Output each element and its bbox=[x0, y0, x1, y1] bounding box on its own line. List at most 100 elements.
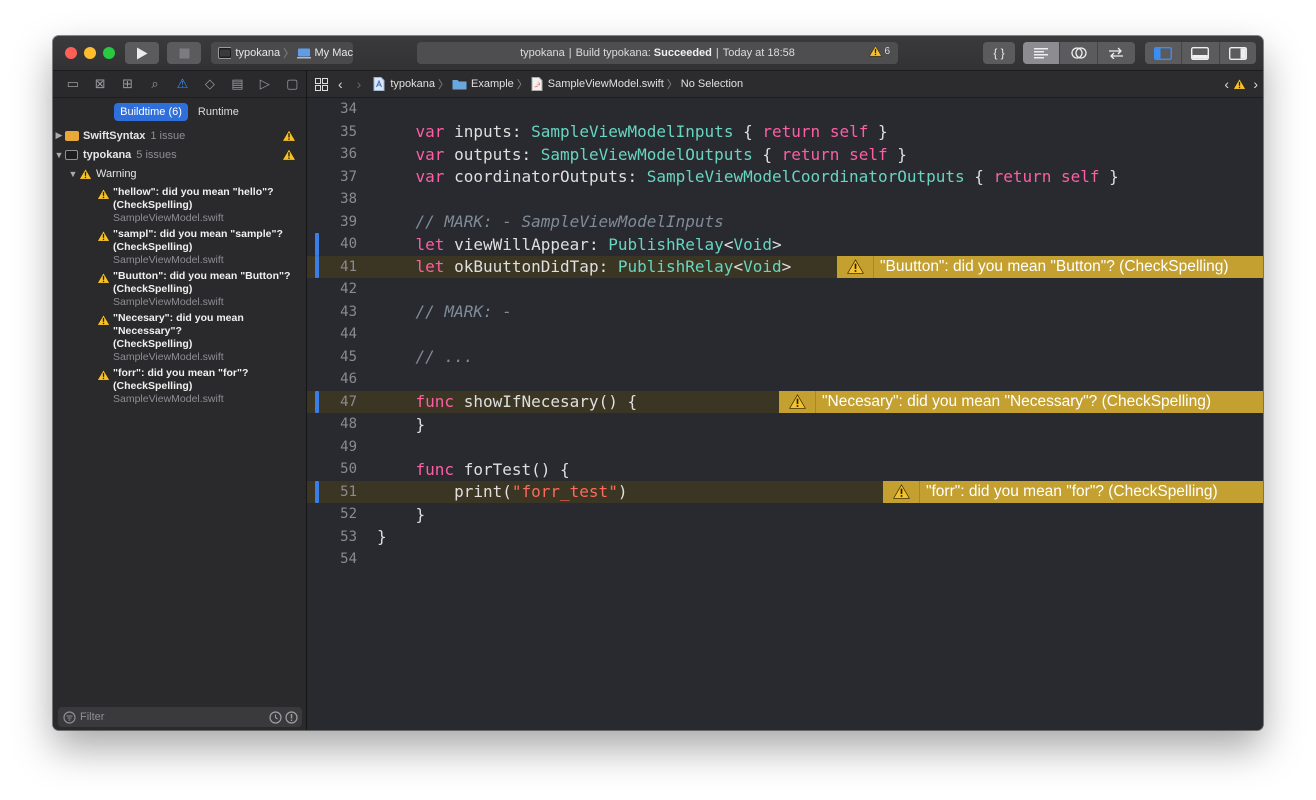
align-left-icon bbox=[1034, 48, 1049, 59]
code-text: var outputs: SampleViewModelOutputs { re… bbox=[377, 145, 907, 164]
line-number: 38 bbox=[340, 191, 357, 208]
line-number: 43 bbox=[340, 303, 357, 320]
type-name: PublishRelay bbox=[617, 257, 734, 277]
stop-button[interactable] bbox=[167, 42, 201, 64]
code-line: 44 bbox=[307, 323, 1263, 346]
code-line: 39 // MARK: - SampleViewModelInputs bbox=[307, 211, 1263, 234]
toggle-debug-area-button[interactable] bbox=[1182, 42, 1220, 64]
editor-mode-segment bbox=[1023, 42, 1135, 64]
warning-banner[interactable]: "forr": did you mean "for"? (CheckSpelli… bbox=[883, 480, 1263, 503]
back-chevron-icon[interactable]: ‹ bbox=[338, 76, 343, 92]
xcode-window: typokana 〉 My Mac typokana | Build typok… bbox=[53, 36, 1263, 730]
disclosure-closed-icon[interactable]: ▶ bbox=[53, 130, 65, 141]
warning-icon bbox=[779, 390, 816, 413]
report-navigator-icon[interactable]: ▢ bbox=[279, 76, 306, 92]
line-number: 50 bbox=[340, 461, 357, 478]
warning-banner[interactable]: "Necesary": did you mean "Necessary"? (C… bbox=[779, 390, 1263, 413]
punct: > bbox=[781, 257, 792, 277]
folder-icon bbox=[452, 80, 467, 90]
scheme-selector[interactable]: typokana 〉 My Mac bbox=[211, 42, 353, 64]
line-number: 39 bbox=[340, 213, 357, 230]
code-line: 53 } bbox=[307, 526, 1263, 549]
punct: } bbox=[1109, 167, 1119, 187]
tab-buildtime[interactable]: Buildtime (6) bbox=[114, 103, 188, 121]
disclosure-open-icon[interactable]: ▼ bbox=[67, 169, 79, 179]
zoom-window-button[interactable] bbox=[103, 47, 115, 59]
code-line: 52 } bbox=[307, 503, 1263, 526]
tab-runtime[interactable]: Runtime bbox=[192, 103, 245, 121]
code-text: } bbox=[377, 415, 426, 434]
change-marker bbox=[315, 233, 319, 256]
issue-item[interactable]: "hellow": did you mean "hello"? (CheckSp… bbox=[53, 186, 306, 225]
search-icon[interactable]: ⌕ bbox=[141, 76, 168, 92]
close-window-button[interactable] bbox=[65, 47, 77, 59]
identifier: print( bbox=[454, 482, 512, 502]
warning-icon[interactable] bbox=[1233, 78, 1246, 90]
standard-editor-button[interactable] bbox=[1023, 42, 1061, 64]
code-text: // MARK: - bbox=[377, 302, 512, 321]
app-target-icon bbox=[218, 47, 232, 59]
stop-icon bbox=[179, 48, 189, 58]
minimize-window-button[interactable] bbox=[84, 47, 96, 59]
line-number: 42 bbox=[340, 281, 357, 298]
warning-icon bbox=[282, 148, 296, 161]
code-text: let okBuuttonDidTap: PublishRelay<Void> bbox=[377, 257, 792, 277]
code-text: var inputs: SampleViewModelInputs { retu… bbox=[377, 122, 888, 141]
activity-separator: | bbox=[715, 47, 719, 59]
issue-item[interactable]: "forr": did you mean "for"? (CheckSpelli… bbox=[53, 367, 306, 406]
source-editor[interactable]: 34 35 var inputs: SampleViewModelInputs … bbox=[307, 98, 1263, 730]
forward-chevron-icon[interactable]: › bbox=[357, 76, 362, 92]
keyword: var bbox=[415, 122, 445, 142]
assistant-editor-button[interactable] bbox=[1060, 42, 1098, 64]
grid-icon[interactable] bbox=[315, 77, 328, 91]
activity-view[interactable]: typokana | Build typokana: Succeeded | T… bbox=[417, 42, 898, 64]
issue-item[interactable]: "Necesary": did you mean "Necessary"? (C… bbox=[53, 312, 306, 364]
clock-icon[interactable] bbox=[269, 710, 282, 724]
identifier: okBuuttonDidTap: bbox=[454, 257, 609, 277]
punct: < bbox=[723, 234, 734, 254]
next-issue-chevron-icon[interactable]: › bbox=[1253, 76, 1258, 92]
toggle-inspector-button[interactable] bbox=[1220, 42, 1256, 64]
warning-icon bbox=[79, 168, 92, 180]
punct: } bbox=[377, 527, 387, 547]
keyword: return bbox=[993, 167, 1052, 187]
line-number: 44 bbox=[340, 326, 357, 343]
source-control-icon[interactable]: ⊠ bbox=[86, 76, 113, 92]
breadcrumb-file[interactable]: SampleViewModel.swift bbox=[548, 78, 664, 90]
run-button[interactable] bbox=[125, 42, 159, 64]
warning-icon bbox=[869, 45, 882, 57]
code-text: var coordinatorOutputs: SampleViewModelC… bbox=[377, 167, 1119, 186]
toolbar: typokana 〉 My Mac typokana | Build typok… bbox=[53, 36, 1263, 71]
line-number: 53 bbox=[340, 528, 357, 545]
issue-navigator-icon[interactable]: ⚠ bbox=[169, 76, 196, 92]
activity-warning-count[interactable]: 6 bbox=[869, 45, 890, 57]
activity-separator: | bbox=[568, 47, 572, 59]
previous-issue-chevron-icon[interactable]: ‹ bbox=[1224, 76, 1229, 92]
issue-item[interactable]: "Buutton": did you mean "Button"? (Check… bbox=[53, 270, 306, 309]
folder-icon[interactable]: ▭ bbox=[59, 76, 86, 92]
breadcrumb-project[interactable]: typokana bbox=[390, 78, 435, 90]
tree-category-warning[interactable]: ▼ Warning bbox=[53, 164, 306, 183]
tree-group-typokana[interactable]: ▼ typokana 5 issues bbox=[53, 145, 306, 164]
debug-navigator-icon[interactable]: ▤ bbox=[224, 76, 251, 92]
keyword: var bbox=[415, 167, 445, 187]
breadcrumb-symbol[interactable]: No Selection bbox=[681, 78, 743, 90]
project-file-icon bbox=[373, 77, 385, 91]
library-button[interactable]: { } bbox=[983, 42, 1015, 64]
warning-banner[interactable]: "Buutton": did you mean "Button"? (Check… bbox=[837, 255, 1263, 278]
exclamation-circle-icon[interactable] bbox=[285, 710, 298, 724]
issue-message: "Necesary": did you mean "Necessary"? (C… bbox=[113, 312, 244, 350]
disclosure-open-icon[interactable]: ▼ bbox=[53, 150, 65, 160]
test-navigator-icon[interactable]: ◇ bbox=[196, 76, 223, 92]
breadcrumb-group[interactable]: Example bbox=[471, 78, 514, 90]
filter-field[interactable]: Filter bbox=[58, 707, 302, 727]
keyword: return bbox=[762, 122, 821, 142]
version-editor-button[interactable] bbox=[1098, 42, 1135, 64]
toggle-navigator-button[interactable] bbox=[1145, 42, 1183, 64]
breakpoint-navigator-icon[interactable]: ▷ bbox=[251, 76, 278, 92]
code-line: 38 bbox=[307, 188, 1263, 211]
keyword: let bbox=[415, 257, 445, 277]
symbol-navigator-icon[interactable]: ⊞ bbox=[114, 76, 141, 92]
tree-group-swiftsyntax[interactable]: ▶ SwiftSyntax 1 issue bbox=[53, 126, 306, 145]
issue-item[interactable]: "sampl": did you mean "sample"? (CheckSp… bbox=[53, 228, 306, 267]
